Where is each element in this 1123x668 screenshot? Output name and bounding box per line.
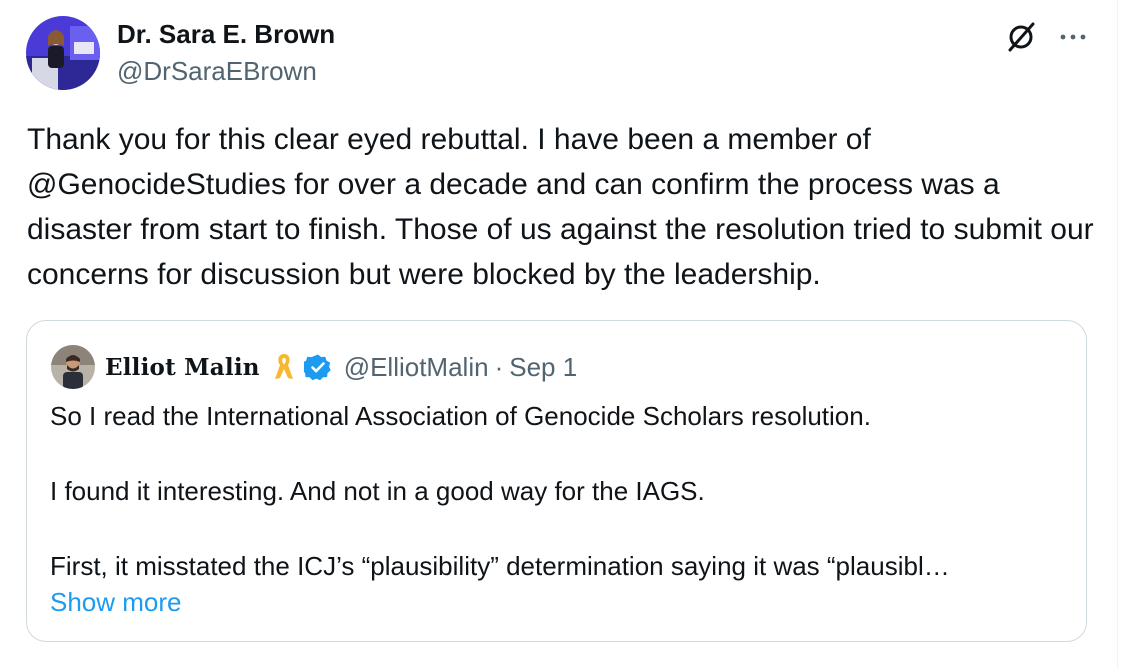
verified-badge-icon: [301, 353, 332, 381]
post-text: Thank you for this clear eyed rebuttal. …: [27, 123, 1094, 291]
author-name[interactable]: Dr. Sara E. Brown: [117, 18, 335, 50]
grok-icon[interactable]: [1004, 20, 1038, 54]
author-handle[interactable]: @DrSaraEBrown: [117, 55, 317, 87]
author-avatar[interactable]: [26, 16, 100, 90]
quoted-author-avatar[interactable]: [51, 345, 95, 389]
header-separator: ·: [494, 351, 504, 382]
quoted-author-handle[interactable]: @ElliotMalin: [344, 352, 489, 383]
quoted-text-line: I found it interesting. And not in a goo…: [50, 476, 705, 506]
show-more-link[interactable]: Show more: [50, 585, 182, 619]
quoted-author-name[interactable]: Elliot Malin: [105, 354, 260, 381]
quoted-post-card[interactable]: Elliot Malin @ElliotMalin · Sep 1 So I r…: [26, 320, 1087, 642]
quoted-text-line: First, it misstated the ICJ’s “plausibil…: [50, 551, 950, 581]
yellow-ribbon-icon: [272, 351, 296, 383]
quoted-post-header: Elliot Malin @ElliotMalin · Sep 1: [105, 349, 577, 385]
quoted-text-line: So I read the International Association …: [50, 401, 871, 431]
more-options-icon[interactable]: [1056, 20, 1090, 54]
column-divider: [1117, 0, 1118, 668]
quoted-post-date[interactable]: Sep 1: [509, 352, 577, 383]
